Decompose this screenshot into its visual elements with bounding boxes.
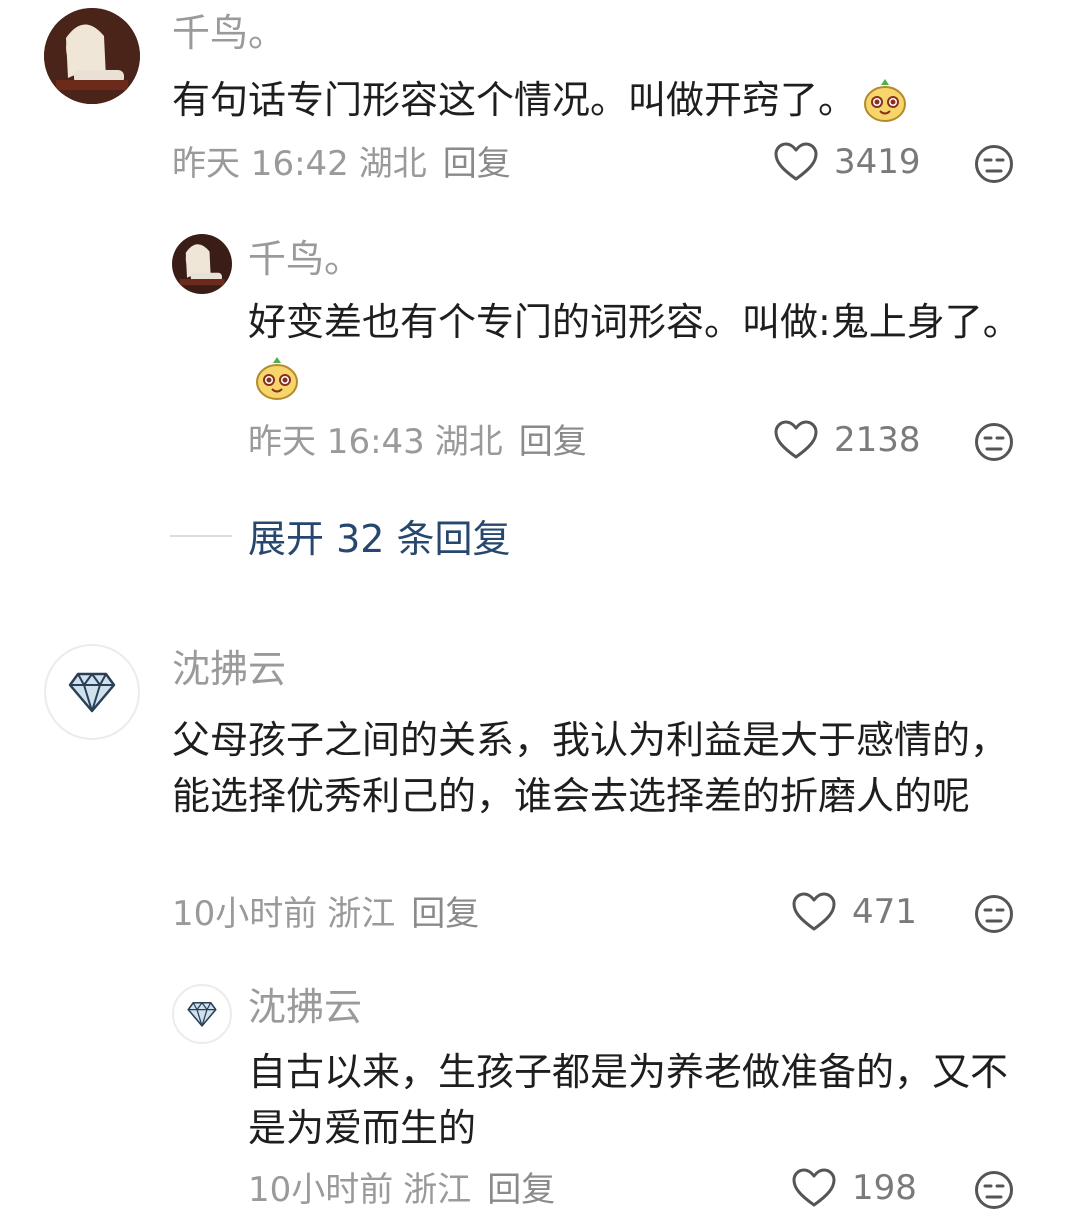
- comment-time: 10小时前: [172, 894, 318, 934]
- reply-button[interactable]: 回复: [519, 422, 587, 462]
- comment-meta: 10小时前 浙江 回复: [172, 892, 489, 936]
- heart-icon: [792, 1168, 836, 1207]
- heart-icon: [792, 892, 836, 931]
- heart-icon: [774, 420, 818, 459]
- like-count: 198: [852, 1168, 917, 1208]
- reply-text: 好变差也有个专门的词形容。叫做:鬼上身了。: [248, 294, 1028, 416]
- divider: [170, 534, 232, 537]
- avatar[interactable]: [44, 644, 140, 740]
- reply-location: 浙江: [403, 1170, 472, 1210]
- reply-button[interactable]: 回复: [411, 894, 479, 934]
- username[interactable]: 千鸟。: [248, 236, 362, 282]
- like-count: 471: [852, 892, 917, 932]
- reply-meta: 昨天 16:43 湖北 回复: [248, 420, 597, 464]
- dislike-icon[interactable]: [974, 894, 1014, 938]
- mango-emoji-icon: [254, 355, 300, 416]
- avatar[interactable]: [172, 984, 232, 1044]
- dislike-icon[interactable]: [974, 1170, 1014, 1214]
- like-button[interactable]: 3419: [774, 142, 921, 182]
- comment-location: 浙江: [327, 894, 396, 934]
- like-button[interactable]: 198: [792, 1168, 917, 1208]
- reply-location: 湖北: [434, 422, 503, 462]
- heart-icon: [774, 142, 818, 181]
- comment-meta: 昨天 16:42 湖北 回复: [172, 142, 521, 186]
- expand-replies-button[interactable]: 展开 32 条回复: [170, 508, 511, 563]
- like-button[interactable]: 471: [792, 892, 917, 932]
- dislike-icon[interactable]: [974, 144, 1014, 188]
- reply-text-body: 好变差也有个专门的词形容。叫做:鬼上身了。: [248, 300, 1021, 344]
- expand-replies-label[interactable]: 展开 32 条回复: [248, 508, 511, 563]
- reply-time: 10小时前: [248, 1170, 394, 1210]
- dislike-icon[interactable]: [974, 422, 1014, 466]
- reply-button[interactable]: 回复: [487, 1170, 555, 1210]
- like-count: 2138: [834, 420, 921, 460]
- username[interactable]: 千鸟。: [172, 10, 286, 56]
- mango-emoji-icon: [862, 77, 908, 138]
- comment-text: 父母孩子之间的关系，我认为利益是大于感情的，能选择优秀利己的，谁会去选择差的折磨…: [172, 718, 1009, 818]
- reply-time: 昨天 16:43: [248, 422, 425, 462]
- avatar[interactable]: [172, 234, 232, 294]
- diamond-icon: [68, 672, 116, 713]
- username[interactable]: 沈拂云: [248, 984, 362, 1030]
- comment-list: 千鸟。 有句话专门形容这个情况。叫做开窍了。 昨天 16:42 湖北 回复 3419: [0, 0, 1080, 1227]
- reply-meta: 10小时前 浙江 回复: [248, 1168, 565, 1212]
- like-button[interactable]: 2138: [774, 420, 921, 460]
- reply-text: 自古以来，生孩子都是为养老做准备的，又不是为爱而生的: [248, 1050, 1009, 1150]
- like-count: 3419: [834, 142, 921, 182]
- diamond-icon: [187, 1001, 217, 1027]
- comment-text-body: 有句话专门形容这个情况。叫做开窍了。: [172, 78, 857, 122]
- comment-text: 有句话专门形容这个情况。叫做开窍了。: [172, 72, 1012, 138]
- comment-time: 昨天 16:42: [172, 144, 349, 184]
- avatar[interactable]: [44, 8, 140, 104]
- username[interactable]: 沈拂云: [172, 646, 286, 692]
- reply-button[interactable]: 回复: [443, 144, 511, 184]
- comment-location: 湖北: [358, 144, 427, 184]
